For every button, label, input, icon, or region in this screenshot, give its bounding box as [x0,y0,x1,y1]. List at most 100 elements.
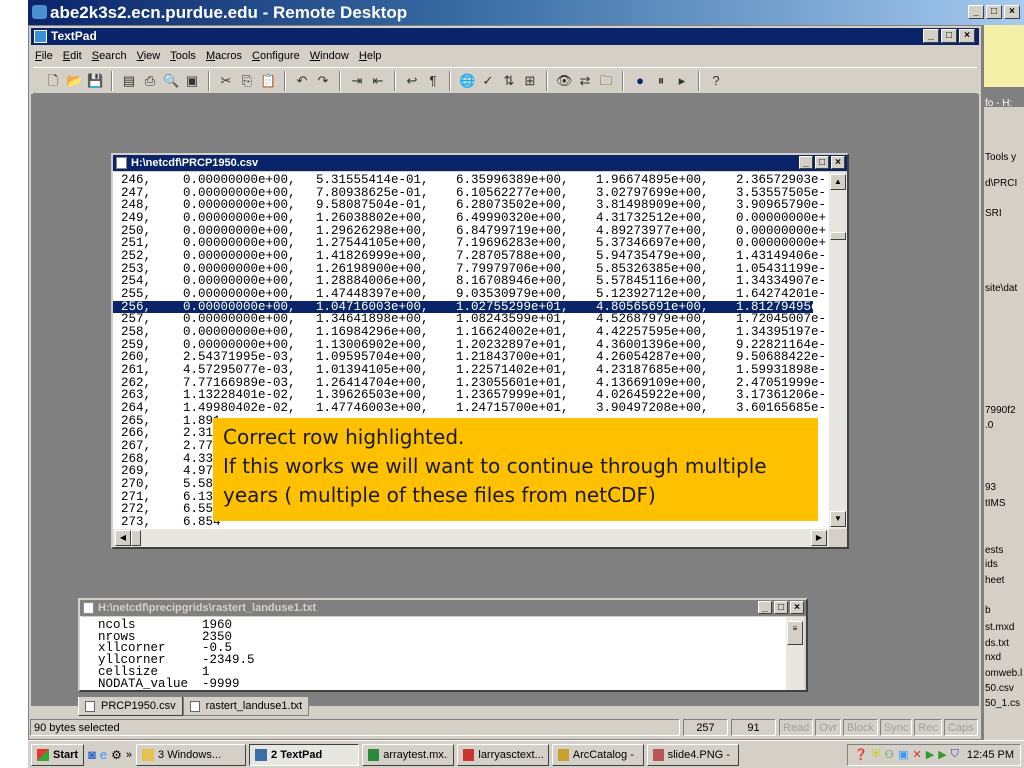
security-tray-icon[interactable]: ⛨ [872,748,880,761]
background-window-text: 50_1.cs [985,698,1021,709]
help-tray-icon[interactable]: ❓ [854,748,868,761]
taskbar-button[interactable]: arraytest.mx... [362,743,455,766]
network-tray-icon[interactable]: ⚇ [884,748,894,761]
word-wrap-icon[interactable]: ↩ [404,73,420,89]
minimize-button[interactable]: _ [923,29,939,43]
row-number: 267, [121,439,152,454]
table-row[interactable]: 261, 4.57295077e-03, 1.01394105e+00, 1.2257… [113,364,826,377]
redo-icon[interactable]: ↷ [315,73,331,89]
find-icon[interactable]: 👁 [556,73,573,89]
scroll-thumb[interactable]: ≡ [787,621,803,645]
pause-macro-icon[interactable]: ⏸ [653,73,669,89]
open-icon[interactable]: 📂 [66,73,82,89]
minimize-button[interactable]: _ [799,156,813,169]
taskbar-button[interactable]: larryasctext.... [457,743,550,766]
print-icon[interactable]: ⎙ [142,73,158,89]
context-help-icon[interactable]: ? [708,73,724,89]
close-button[interactable]: × [831,156,845,169]
quicklaunch-more-icon[interactable]: » [126,749,132,761]
close-button[interactable]: × [1004,5,1020,19]
taskbar-button[interactable]: slide4.PNG - ... [647,743,740,766]
quicklaunch-app-icon[interactable]: ⚙ [111,748,122,762]
close-button[interactable]: × [959,29,975,43]
background-window-text: b [985,605,991,616]
taskbar-button[interactable]: 3 Windows... [136,743,247,766]
network2-tray-icon[interactable]: ▣ [898,748,908,761]
outdent-icon[interactable]: ⇤ [370,73,386,89]
pilcrow-icon[interactable]: ¶ [425,73,441,89]
cut-icon[interactable]: ✂ [218,73,234,89]
hscroll-thumb[interactable] [131,530,141,546]
quicklaunch-desktop-icon[interactable]: ◙ [88,747,96,762]
header-row[interactable]: xllcorner -0.5 [80,642,780,655]
header-row[interactable]: NODATA_value -9999 [80,677,780,691]
disconnected-tray-icon[interactable]: ✕ [913,748,922,761]
undo-icon[interactable]: ↶ [294,73,310,89]
paste-icon[interactable]: 📋 [260,73,276,89]
toolbar-separator [622,70,624,91]
print-preview-icon[interactable]: 🔍 [163,73,179,89]
horizontal-scrollbar[interactable]: ◀ ▶ [113,529,829,547]
table-row[interactable]: 246, 0.00000000e+00, 5.31555414e-01, 6.3599… [113,174,826,187]
sort-icon[interactable]: ⇅ [501,73,517,89]
status-indicator-ovr: Ovr [815,719,842,736]
quicklaunch-ie-icon[interactable]: e [100,747,107,762]
replace-icon[interactable]: ⇄ [577,73,593,89]
table-row[interactable]: 264, 1.49980402e-02, 1.47746003e+00, 1.2471… [113,402,826,415]
maximize-button[interactable]: □ [941,29,957,43]
maximize-button[interactable]: □ [986,5,1002,19]
spell-check-icon[interactable]: ✓ [480,73,496,89]
header-row[interactable]: yllcorner -2349.5 [80,654,780,667]
compare-icon[interactable]: ⊞ [522,73,538,89]
save-all-icon[interactable]: ▤ [121,73,137,89]
background-window-text: ids [985,559,998,570]
maximize-button[interactable]: □ [815,156,829,169]
menu-window[interactable]: Window [310,47,349,65]
media2-tray-icon[interactable]: ▶ [938,748,946,761]
menu-help[interactable]: Help [359,47,382,65]
play-macro-icon[interactable]: ▸ [674,73,690,89]
scroll-thumb[interactable] [830,232,846,240]
scroll-up-button[interactable]: ▲ [830,174,846,190]
table-row[interactable]: 252, 0.00000000e+00, 1.41826999e+00, 7.2870… [113,250,826,263]
header-row[interactable]: ncols 1960 [80,619,780,632]
find-in-files-icon[interactable]: 🗀 [598,73,614,89]
copy-icon[interactable]: ⎘ [239,73,255,89]
record-macro-icon[interactable]: ● [632,73,648,89]
vertical-scrollbar[interactable]: ▲ ▼ [829,172,847,529]
minimize-button[interactable]: _ [968,5,984,19]
menu-edit[interactable]: Edit [63,47,82,65]
indent-icon[interactable]: ⇥ [349,73,365,89]
start-button[interactable]: Start [31,743,85,766]
maximize-button[interactable]: □ [774,601,788,614]
tab-rastert_landuse1-txt[interactable]: rastert_landuse1.txt [182,697,310,716]
menu-file[interactable]: File [35,47,53,65]
scroll-down-button[interactable]: ▼ [830,511,846,527]
menu-view[interactable]: View [137,47,161,65]
taskbar-button[interactable]: ArcCatalog - ... [552,743,645,766]
minimize-button[interactable]: _ [758,601,772,614]
antivirus-tray-icon[interactable]: ⛉ [951,748,959,761]
scroll-right-button[interactable]: ▶ [811,530,827,546]
table-row[interactable]: 258, 0.00000000e+00, 1.16984296e+00, 1.1662… [113,326,826,339]
close-button[interactable]: × [790,601,804,614]
grid-document-window[interactable]: H:\netcdf\precipgrids\rastert_landuse1.t… [78,598,808,692]
vertical-scrollbar[interactable]: ≡ [786,617,804,690]
table-row[interactable]: 249, 0.00000000e+00, 1.26038802e+00, 6.4999… [113,212,826,225]
menu-macros[interactable]: Macros [206,47,242,65]
taskbar-button[interactable]: 2 TextPad [249,743,360,766]
header-row[interactable]: nrows 2350 [80,631,780,644]
menu-configure[interactable]: Configure [252,47,300,65]
scroll-left-button[interactable]: ◀ [115,530,131,546]
new-icon[interactable]: 🗋 [45,73,61,89]
browser-icon[interactable]: 🌐 [459,73,475,89]
table-row[interactable]: 255, 0.00000000e+00, 1.47448397e+00, 9.0353… [113,288,826,301]
grid-text-area[interactable]: ncols 1960 nrows 2350 xllcorner -0.5 yllcorner… [80,617,786,690]
tab-prcp1950-csv[interactable]: PRCP1950.csv [78,697,183,716]
properties-icon[interactable]: ▣ [184,73,200,89]
menu-search[interactable]: Search [92,47,127,65]
media-tray-icon[interactable]: ▶ [926,748,934,761]
save-icon[interactable]: 💾 [87,73,103,89]
menu-tools[interactable]: Tools [170,47,196,65]
cell-value: 1.34395197e- [736,325,827,340]
